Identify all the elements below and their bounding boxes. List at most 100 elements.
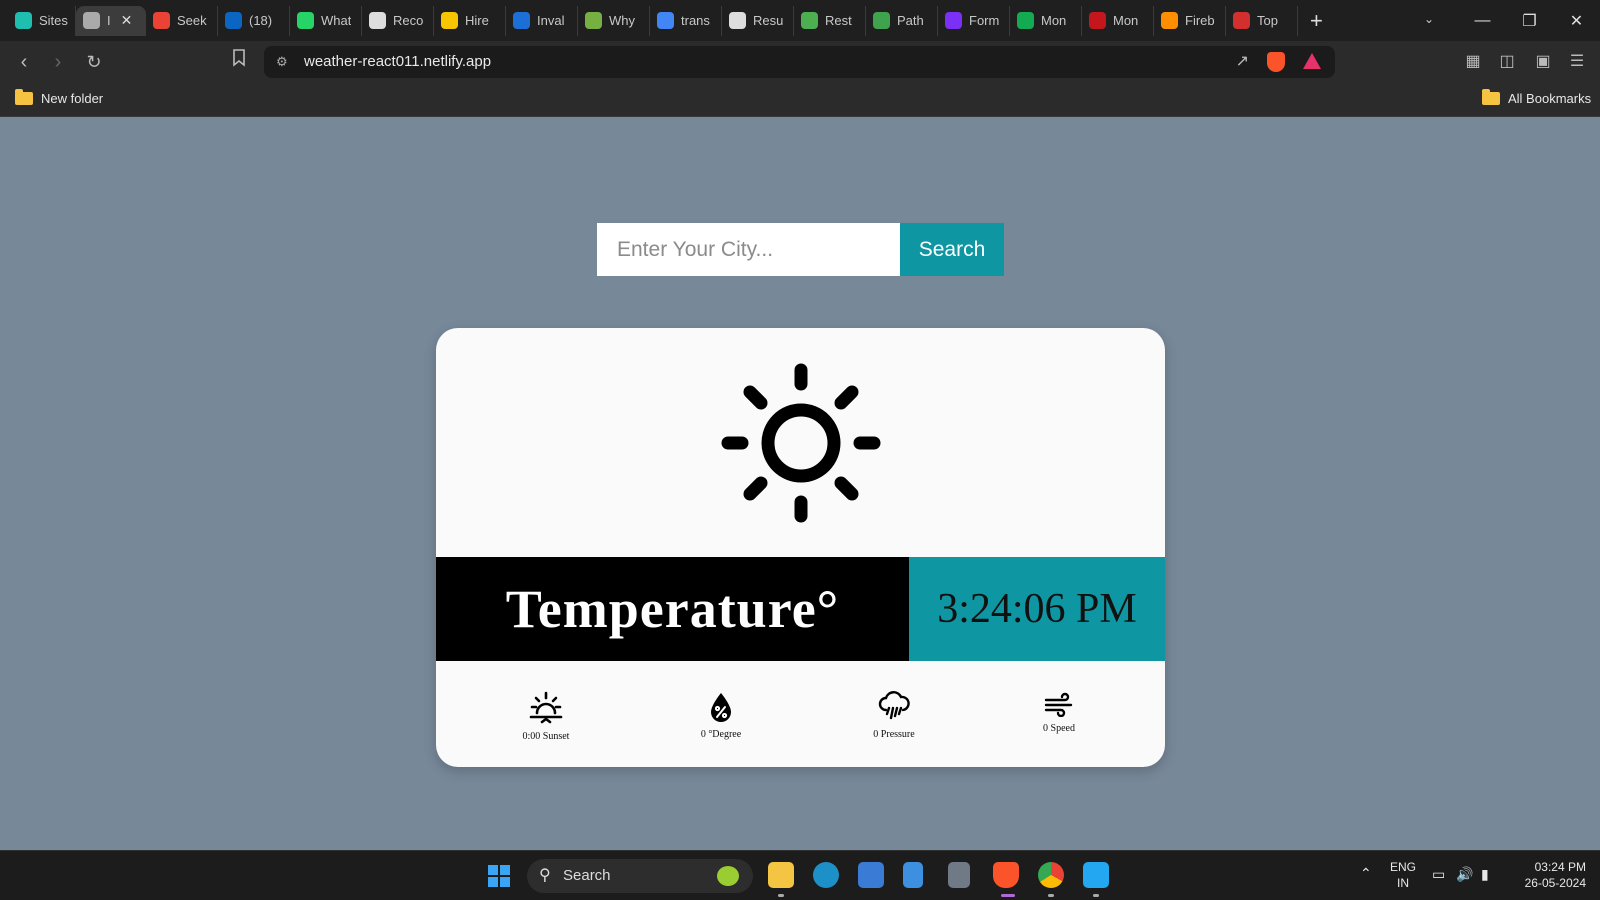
tab-title: I: [107, 13, 111, 28]
wind-icon: [1044, 692, 1073, 717]
bookmark-icon[interactable]: [226, 49, 252, 75]
tray-overflow-icon[interactable]: ⌃: [1360, 865, 1372, 882]
browser-tab[interactable]: Why: [578, 5, 650, 36]
taskbar-search[interactable]: ⚲ Search: [527, 859, 753, 893]
tab-title: (18): [249, 13, 273, 28]
menu-icon[interactable]: ☰: [1566, 51, 1588, 73]
browser-tab[interactable]: (18): [218, 5, 290, 36]
sidebar-icon[interactable]: ◫: [1496, 51, 1518, 73]
close-tab-icon[interactable]: ✕: [121, 12, 133, 29]
app-running-indicator: [1093, 894, 1099, 897]
calculator-icon[interactable]: [948, 862, 970, 888]
current-time: 3:24:06 PM: [909, 557, 1165, 661]
tab-favicon-icon: [1089, 12, 1106, 29]
browser-tab[interactable]: Path: [866, 5, 938, 36]
store-icon[interactable]: [858, 862, 884, 888]
edge-icon[interactable]: [813, 862, 839, 888]
browser-tab[interactable]: I ✕: [76, 5, 146, 36]
folder-icon: [15, 89, 33, 105]
tab-favicon-icon: [729, 12, 746, 29]
stat-pressure: 0 Pressure: [834, 691, 954, 740]
browser-tab[interactable]: Hire: [434, 5, 506, 36]
bookmark-new-folder[interactable]: New folder: [15, 89, 104, 106]
language-indicator[interactable]: ENG IN: [1388, 859, 1418, 891]
brave-icon[interactable]: [993, 862, 1019, 888]
stat-wind: 0 Speed: [999, 691, 1119, 734]
windows-taskbar: ⚲ Search ⌃ ENG IN ▭ 🔊 ▮ 03:24 PM 26-05-2…: [0, 850, 1600, 900]
system-clock[interactable]: 03:24 PM 26-05-2024: [1512, 859, 1586, 891]
tab-title: Mon: [1113, 13, 1139, 28]
tab-favicon-icon: [513, 12, 530, 29]
browser-tab[interactable]: Fireb: [1154, 5, 1226, 36]
tab-title: Seek: [177, 13, 207, 28]
stat-label: 0 Pressure: [873, 729, 915, 740]
share-icon[interactable]: ↗: [1236, 51, 1249, 71]
browser-tab[interactable]: Inval: [506, 5, 578, 36]
bookmark-label: All Bookmarks: [1508, 91, 1592, 106]
volume-icon[interactable]: 🔊: [1456, 866, 1473, 883]
lang-region: IN: [1397, 876, 1409, 890]
tab-title: Path: [897, 13, 924, 28]
tab-search-icon[interactable]: ⌄: [1424, 12, 1434, 26]
humidity-icon: [711, 693, 731, 722]
back-button[interactable]: ‹: [11, 49, 37, 75]
wallet-icon[interactable]: ▣: [1532, 51, 1554, 73]
tab-title: Hire: [465, 13, 489, 28]
tab-title: Form: [969, 13, 1000, 28]
tab-favicon-icon: [369, 12, 386, 29]
browser-tab[interactable]: Mon: [1082, 5, 1154, 36]
search-icon: ⚲: [539, 867, 551, 884]
tab-title: trans: [681, 13, 710, 28]
close-window-button[interactable]: ✕: [1553, 11, 1600, 31]
restore-button[interactable]: ❐: [1506, 11, 1553, 31]
extensions-icon[interactable]: ▦: [1462, 51, 1484, 73]
tab-favicon-icon: [585, 12, 602, 29]
notepad-icon[interactable]: [903, 862, 923, 888]
temperature-time-band: Temperature° 3:24:06 PM: [436, 557, 1165, 661]
minimize-button[interactable]: —: [1459, 12, 1506, 30]
app-running-indicator: [1048, 894, 1054, 897]
sunset-icon: [529, 691, 563, 724]
browser-tab[interactable]: Reco: [362, 5, 434, 36]
app-active-indicator: [1001, 894, 1015, 897]
browser-tab[interactable]: Mon: [1010, 5, 1082, 36]
brave-rewards-icon[interactable]: [1303, 53, 1321, 69]
forward-button[interactable]: ›: [45, 49, 71, 75]
tab-favicon-icon: [225, 12, 242, 29]
url-text[interactable]: weather-react011.netlify.app: [304, 46, 491, 78]
search-highlight-icon: [717, 866, 739, 886]
bookmark-all-bookmarks[interactable]: All Bookmarks: [1482, 89, 1592, 106]
address-bar[interactable]: ⚙ weather-react011.netlify.app ↗: [264, 46, 1335, 78]
city-search-form: Search: [597, 223, 1004, 276]
site-info-icon[interactable]: ⚙: [276, 54, 292, 70]
new-tab-button[interactable]: +: [1298, 6, 1335, 36]
reload-button[interactable]: ↻: [81, 49, 107, 75]
browser-tab[interactable]: What: [290, 5, 362, 36]
bookmark-label: New folder: [41, 91, 104, 106]
browser-tab[interactable]: Top: [1226, 5, 1298, 36]
file-explorer-icon[interactable]: [768, 862, 794, 888]
vscode-icon[interactable]: [1083, 862, 1109, 888]
chrome-icon[interactable]: [1038, 862, 1064, 888]
browser-tab[interactable]: Form: [938, 5, 1010, 36]
weather-stats: 0:00 Sunset 0 °Degree 0 Pressure 0 Speed: [436, 661, 1165, 767]
network-icon[interactable]: ▭: [1432, 866, 1445, 883]
tab-title: What: [321, 13, 352, 28]
browser-tab[interactable]: Rest: [794, 5, 866, 36]
browser-tab[interactable]: Sites: [8, 5, 76, 36]
city-input[interactable]: [597, 223, 900, 276]
browser-tab[interactable]: Resu: [722, 5, 794, 36]
tab-favicon-icon: [153, 12, 170, 29]
browser-tab[interactable]: trans: [650, 5, 722, 36]
tab-favicon-icon: [1161, 12, 1178, 29]
battery-icon[interactable]: ▮: [1481, 866, 1489, 883]
brave-shields-icon[interactable]: [1267, 52, 1285, 72]
browser-tab[interactable]: Seek: [146, 5, 218, 36]
window-controls: — ❐ ✕: [1459, 0, 1600, 41]
start-button[interactable]: [488, 865, 510, 887]
tab-favicon-icon: [945, 12, 962, 29]
app-running-indicator: [778, 894, 784, 897]
stat-label: 0:00 Sunset: [522, 731, 570, 742]
search-button[interactable]: Search: [900, 223, 1004, 276]
tab-title: Inval: [537, 13, 565, 28]
